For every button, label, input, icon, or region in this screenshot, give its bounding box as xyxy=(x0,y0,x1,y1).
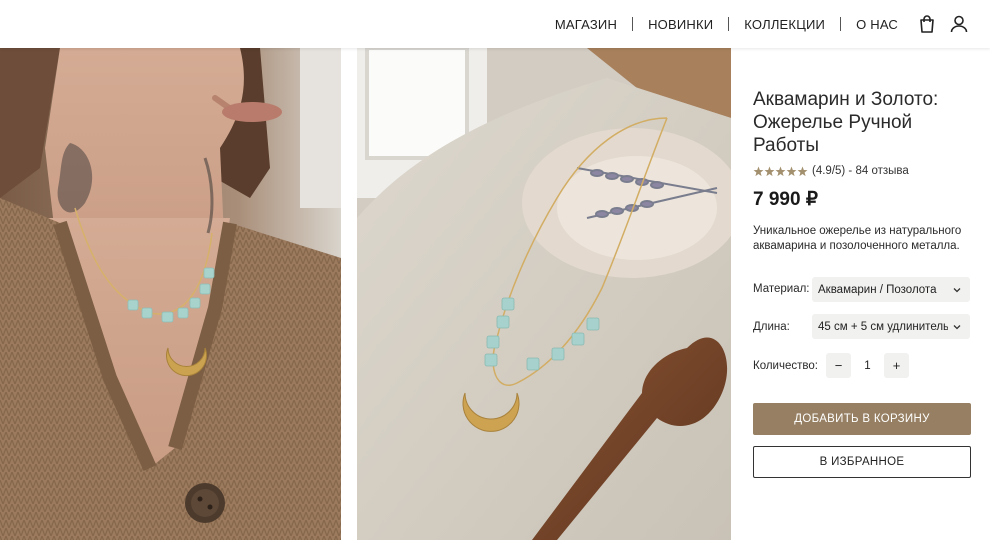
nav-divider xyxy=(840,17,842,31)
product-description: Уникальное ожерелье из натурального аква… xyxy=(753,225,962,252)
star-icon xyxy=(775,166,786,176)
add-to-favorites-button[interactable]: В ИЗБРАННОЕ xyxy=(753,446,971,478)
top-header: МАГАЗИН НОВИНКИ КОЛЛЕКЦИИ О НАС xyxy=(0,0,990,48)
quantity-value[interactable]: 1 xyxy=(851,360,884,372)
nav-item-shop[interactable]: МАГАЗИН xyxy=(555,17,617,32)
model-wearing-necklace-photo[interactable] xyxy=(0,48,341,540)
length-value: 45 см + 5 см удлинитель xyxy=(818,320,948,333)
length-label: Длина: xyxy=(753,321,790,333)
necklace-on-linen-photo[interactable] xyxy=(357,48,731,540)
rating-text: (4.9/5) - 84 отзыва xyxy=(812,165,909,177)
nav-divider xyxy=(728,17,730,31)
main-nav: МАГАЗИН НОВИНКИ КОЛЛЕКЦИИ О НАС xyxy=(555,0,898,48)
product-rating[interactable]: (4.9/5) - 84 отзыва xyxy=(753,165,909,177)
star-icon xyxy=(797,166,808,176)
chevron-down-icon xyxy=(953,287,961,292)
product-price: 7 990 ₽ xyxy=(753,189,818,210)
star-icon xyxy=(753,166,764,176)
add-to-cart-button[interactable]: ДОБАВИТЬ В КОРЗИНУ xyxy=(753,403,971,435)
nav-item-collections[interactable]: КОЛЛЕКЦИИ xyxy=(744,17,825,32)
nav-item-about[interactable]: О НАС xyxy=(856,17,898,32)
length-select[interactable]: 45 см + 5 см удлинитель xyxy=(812,314,970,339)
material-value: Аквамарин / Позолота xyxy=(818,283,937,296)
quantity-plus-button[interactable]: + xyxy=(884,353,909,378)
star-icon xyxy=(764,166,775,176)
product-title: Аквамарин и Золото: Ожерелье Ручной Рабо… xyxy=(753,89,939,156)
rating-stars xyxy=(753,166,808,177)
shopping-bag-icon[interactable] xyxy=(916,13,938,35)
material-select[interactable]: Аквамарин / Позолота xyxy=(812,277,970,302)
quantity-label: Количество: xyxy=(753,360,818,372)
material-label: Материал: xyxy=(753,283,810,295)
quantity-minus-button[interactable]: − xyxy=(826,353,851,378)
chevron-down-icon xyxy=(953,324,961,329)
user-icon[interactable] xyxy=(948,13,970,35)
quantity-stepper: − 1 + xyxy=(826,353,909,378)
nav-item-new[interactable]: НОВИНКИ xyxy=(648,17,713,32)
nav-divider xyxy=(632,17,634,31)
star-icon xyxy=(786,166,797,176)
